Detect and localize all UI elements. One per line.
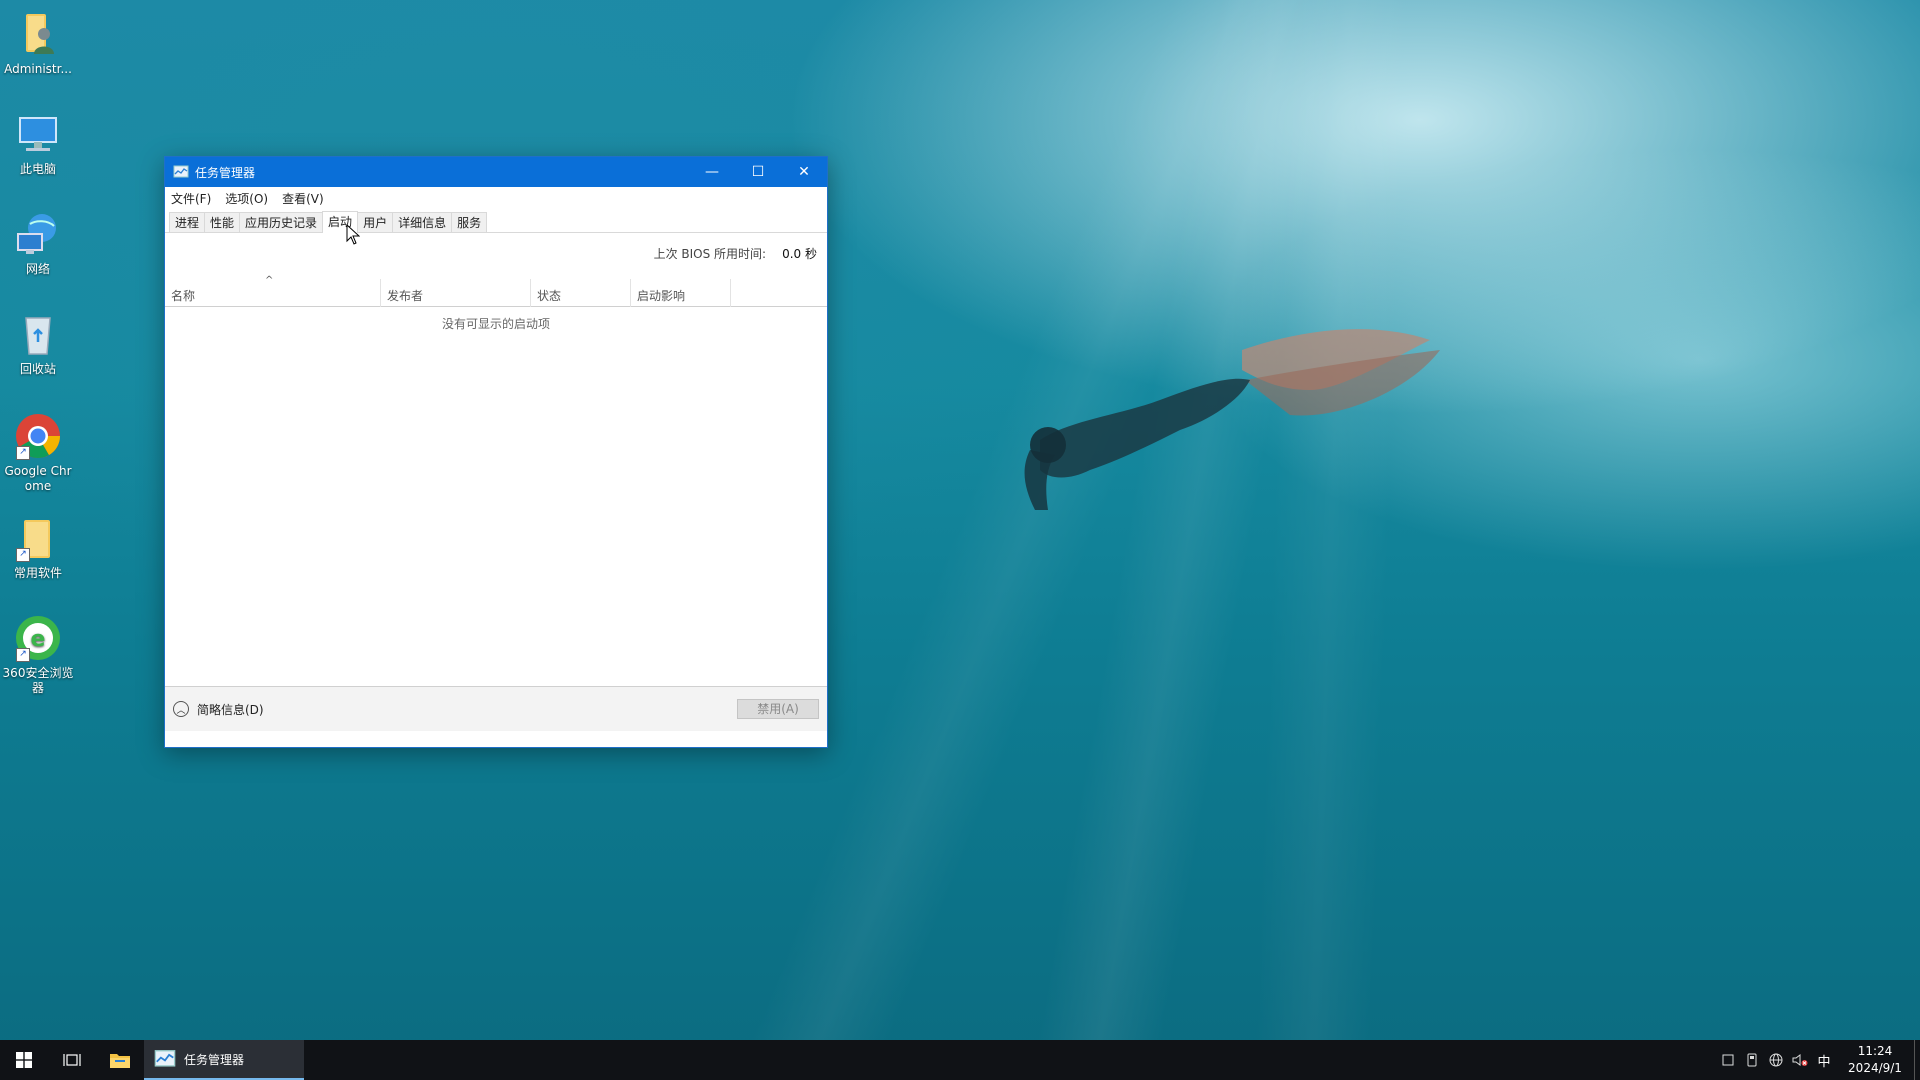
wallpaper-swimmer [1024,329,1440,510]
desktop-icon-common-software[interactable]: ↗ 常用软件 [0,508,76,581]
bios-time-label: 上次 BIOS 所用时间: [653,246,767,261]
shortcut-arrow-icon: ↗ [16,446,30,460]
window-footer: ︿ 简略信息(D) 禁用(A) [165,687,827,731]
folder-icon [110,1054,130,1068]
globe-icon [1769,1053,1783,1067]
menu-bar: 文件(F) 选项(O) 查看(V) [165,187,827,209]
start-button[interactable] [0,1040,48,1080]
tab-services[interactable]: 服务 [451,212,488,232]
taskbar: 任务管理器 中 11:24 2024/9/1 [0,1040,1920,1080]
minimize-icon: — [705,164,719,180]
task-manager-icon [154,1050,176,1067]
file-explorer-button[interactable] [96,1040,144,1080]
desktop-icon-network[interactable]: 网络 [0,204,76,277]
desktop-icon-recycle-bin[interactable]: 回收站 [0,304,76,377]
task-view-button[interactable] [48,1040,96,1080]
menu-view[interactable]: 查看(V) [282,190,324,207]
desktop-icon-360-browser[interactable]: e ↗ 360安全浏览器 [0,608,76,696]
column-startup-impact[interactable]: 启动影响 [631,279,731,307]
task-manager-window[interactable]: 任务管理器 — ☐ ✕ 文件(F) 选项(O) 查看(V) 进程 性能 应用历史… [164,156,828,748]
window-title: 任务管理器 [195,165,256,180]
disable-button[interactable]: 禁用(A) [737,699,819,719]
column-status[interactable]: 状态 [531,279,631,307]
mouse-cursor-icon [346,224,360,245]
tab-details[interactable]: 详细信息 [392,212,453,232]
minimize-button[interactable]: — [689,157,735,187]
desktop-icon-label: Google Chrome [4,464,72,493]
chevron-up-icon[interactable]: ︿ [173,701,189,717]
folder-icon: ↗ [14,514,62,562]
clock[interactable]: 11:24 2024/9/1 [1836,1043,1914,1077]
bios-time-row: 上次 BIOS 所用时间: 0.0 秒 [165,233,827,273]
desktop-icon-chrome[interactable]: ↗ Google Chrome [0,406,76,494]
tab-strip: 进程 性能 应用历史记录 启动 用户 详细信息 服务 [165,211,827,233]
show-desktop-button[interactable] [1914,1040,1920,1080]
recycle-bin-icon [14,310,62,358]
close-button[interactable]: ✕ [781,157,827,187]
tab-app-history[interactable]: 应用历史记录 [239,212,324,232]
network-status-button[interactable] [1764,1040,1788,1080]
column-header-row: ^ 名称 发布者 状态 启动影响 [165,275,827,307]
usb-icon [1747,1053,1757,1067]
usb-device-button[interactable] [1740,1040,1764,1080]
column-publisher[interactable]: 发布者 [381,279,531,307]
tray-box-icon [1722,1054,1734,1066]
user-folder-icon [14,10,62,58]
maximize-icon: ☐ [751,164,765,180]
shortcut-arrow-icon: ↗ [16,648,30,662]
task-view-icon [63,1054,81,1066]
volume-muted-icon [1792,1054,1808,1066]
desktop-icon-label: 常用软件 [13,566,62,580]
tab-performance[interactable]: 性能 [204,212,241,232]
tab-processes[interactable]: 进程 [169,212,206,232]
sort-ascending-icon: ^ [265,275,274,286]
close-icon: ✕ [798,164,810,180]
fewer-details-link[interactable]: 简略信息(D) [197,701,737,718]
empty-list-message: 没有可显示的启动项 [441,317,550,331]
menu-file[interactable]: 文件(F) [171,190,211,207]
desktop-icon-this-pc[interactable]: 此电脑 [0,104,76,177]
menu-options[interactable]: 选项(O) [225,190,268,207]
desktop-icon-label: 回收站 [19,362,56,376]
title-bar[interactable]: 任务管理器 — ☐ ✕ [165,157,827,187]
chrome-icon: ↗ [14,412,62,460]
360-browser-icon: e ↗ [14,614,62,662]
volume-button[interactable] [1788,1040,1812,1080]
tab-users[interactable]: 用户 [357,212,394,232]
clock-time: 11:24 [1857,1044,1893,1058]
desktop-icon-administrator[interactable]: Administr... [0,4,76,77]
network-icon [14,210,62,258]
taskbar-task-manager[interactable]: 任务管理器 [144,1040,304,1080]
startup-list[interactable]: 没有可显示的启动项 [165,315,827,687]
computer-icon [14,110,62,158]
shortcut-arrow-icon: ↗ [16,548,30,562]
maximize-button[interactable]: ☐ [735,157,781,187]
taskbar-task-label: 任务管理器 [184,1052,245,1067]
desktop-icon-label: 360安全浏览器 [2,666,74,695]
desktop-icon-label: 此电脑 [19,162,56,176]
clock-date: 2024/9/1 [1848,1061,1902,1075]
task-manager-icon [173,165,189,178]
input-method-indicator[interactable]: 中 [1812,1040,1836,1080]
notification-area-icon[interactable] [1716,1040,1740,1080]
windows-logo-icon [16,1052,32,1068]
desktop-icon-label: Administr... [4,62,72,76]
system-tray: 中 11:24 2024/9/1 [1716,1040,1920,1080]
desktop-icon-label: 网络 [25,262,50,276]
svg-text:e: e [31,627,46,652]
bios-time-value: 0.0 秒 [782,246,817,261]
